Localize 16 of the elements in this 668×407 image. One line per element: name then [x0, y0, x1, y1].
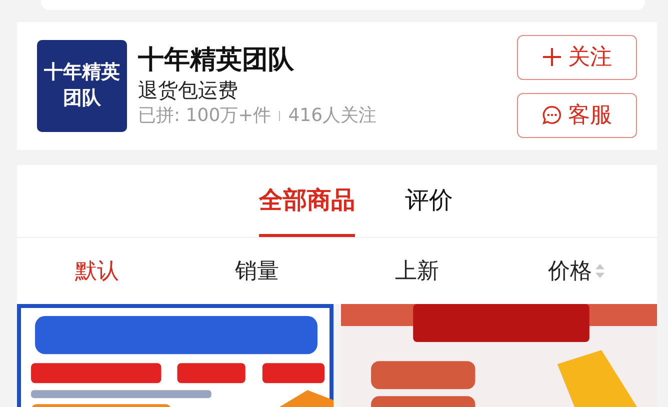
store-name: 十年精英团队: [138, 44, 295, 76]
sort-option[interactable]: 销量: [235, 256, 279, 286]
sort-option[interactable]: 默认: [75, 256, 119, 286]
sort-option[interactable]: 价格: [548, 256, 606, 286]
follower-count: 416人关注: [288, 104, 377, 128]
sort-option[interactable]: 上新: [395, 256, 439, 286]
store-tagline: 退货包运费: [138, 77, 239, 104]
plus-icon: [542, 47, 562, 67]
sales-count: 已拼: 100万+件: [138, 104, 272, 128]
sort-icon: [594, 263, 606, 279]
chat-icon: [542, 105, 562, 125]
customer-service-button[interactable]: 客服: [517, 92, 637, 138]
follow-button[interactable]: 关注: [517, 34, 637, 80]
tab[interactable]: 评价: [405, 165, 453, 237]
store-logo: 十年精英 团队: [37, 40, 127, 132]
tab[interactable]: 全部商品: [259, 165, 355, 237]
